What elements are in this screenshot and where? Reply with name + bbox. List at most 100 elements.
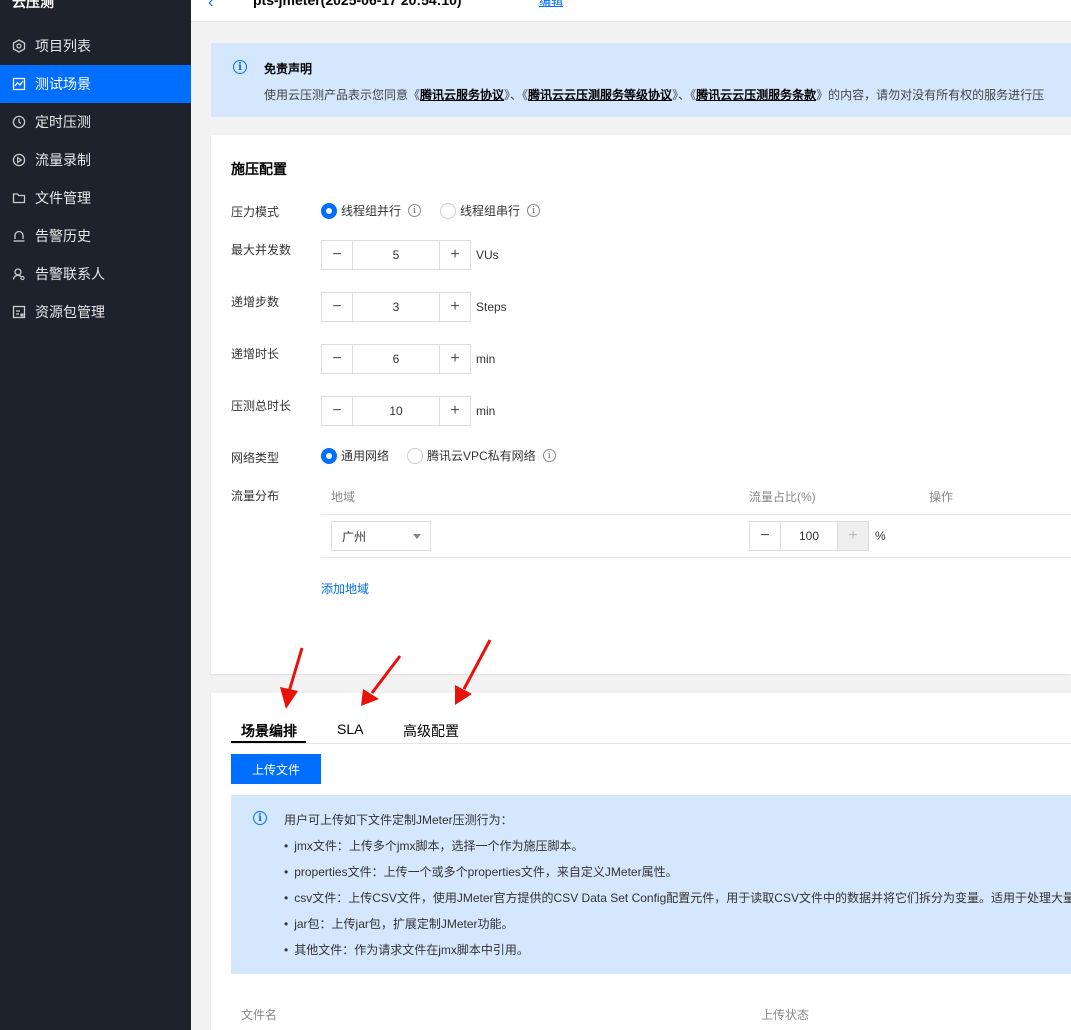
notice-suffix: 》的内容，请勿对没有所有权的服务进行压 <box>816 88 1045 102</box>
clock-icon <box>12 115 26 129</box>
sidebar-item-label: 项目列表 <box>35 38 91 54</box>
notice-separator: 》、《 <box>504 88 529 102</box>
chart-icon <box>12 77 26 91</box>
ramp-duration-label: 递增时长 <box>231 347 280 361</box>
unit-label: VUs <box>476 248 499 262</box>
sidebar-item-label: 定时压测 <box>35 114 91 130</box>
traffic-distribution-label: 流量分布 <box>231 489 280 503</box>
increment-button[interactable]: + <box>440 397 470 425</box>
max-concurrency-stepper[interactable]: − 5 + <box>321 240 471 270</box>
region-select-value: 广州 <box>342 529 367 544</box>
package-icon <box>12 305 26 319</box>
sidebar-item-label: 告警联系人 <box>35 266 105 282</box>
sla-agreement-link[interactable]: 腾讯云云压测服务等级协议 <box>528 88 672 102</box>
pressure-mode-label: 压力模式 <box>231 205 280 219</box>
notice-title: 免责声明 <box>264 62 313 76</box>
column-header-action: 操作 <box>929 490 954 504</box>
sidebar-item-scenarios[interactable]: 测试场景 <box>0 65 191 103</box>
info-icon[interactable]: i <box>542 449 556 462</box>
info-icon[interactable]: i <box>408 204 422 217</box>
radio-parallel[interactable]: 线程组并行 i <box>321 202 422 219</box>
info-icon[interactable]: i <box>527 204 541 217</box>
sidebar-nav: 项目列表 测试场景 定时压测 流量录制 文件管理 告警历史 告警联系人 资源包管… <box>0 27 191 331</box>
upload-file-button[interactable]: 上传文件 <box>231 754 321 784</box>
ramp-duration-stepper[interactable]: − 6 + <box>321 344 471 374</box>
unit-label: % <box>875 529 886 543</box>
sidebar-item-scheduled[interactable]: 定时压测 <box>0 103 191 141</box>
folder-icon <box>12 191 26 205</box>
radio-general-network[interactable]: 通用网络 <box>321 447 389 464</box>
hexagon-icon <box>12 39 26 53</box>
caret-down-icon <box>413 534 421 539</box>
sidebar-item-label: 资源包管理 <box>35 304 105 320</box>
tab-advanced-config[interactable]: 高级配置 <box>403 721 459 741</box>
decrement-button[interactable]: − <box>322 293 352 321</box>
increment-button[interactable]: + <box>440 345 470 373</box>
sidebar-item-label: 文件管理 <box>35 190 91 206</box>
sidebar: 云压测 项目列表 测试场景 定时压测 流量录制 文件管理 告警历史 告警联系人 <box>0 0 191 1030</box>
tab-sla[interactable]: SLA <box>337 721 363 737</box>
unit-label: Steps <box>476 300 507 314</box>
decrement-button[interactable]: − <box>322 345 352 373</box>
upload-info-box: i 用户可上传如下文件定制JMeter压测行为： jmx文件：上传多个jmx脚本… <box>231 795 1071 974</box>
ramp-steps-stepper[interactable]: − 3 + <box>321 292 471 322</box>
contact-icon <box>12 267 26 281</box>
radio-unchecked <box>440 202 456 219</box>
info-heading: 用户可上传如下文件定制JMeter压测行为： <box>284 813 513 827</box>
edit-link[interactable]: 编辑 <box>539 0 563 9</box>
traffic-ratio-stepper[interactable]: − 100 + <box>749 521 869 551</box>
active-tab-indicator <box>231 741 306 743</box>
total-duration-stepper[interactable]: − 10 + <box>321 396 471 426</box>
sidebar-item-projects[interactable]: 项目列表 <box>0 27 191 65</box>
service-agreement-link[interactable]: 腾讯云服务协议 <box>420 88 504 102</box>
info-icon: i <box>233 60 247 74</box>
app-brand: 云压测 <box>12 0 54 10</box>
list-item: jmx文件：上传多个jmx脚本，选择一个作为施压脚本。 <box>284 837 583 854</box>
radio-checked <box>321 202 337 219</box>
service-terms-link[interactable]: 腾讯云云压测服务条款 <box>696 88 816 102</box>
radio-checked <box>321 447 337 464</box>
list-item: properties文件：上传一个或多个properties文件，来自定义JMe… <box>284 863 677 880</box>
stepper-value[interactable]: 3 <box>352 293 440 321</box>
stepper-value[interactable]: 100 <box>780 522 838 550</box>
info-icon: i <box>253 811 267 825</box>
increment-button[interactable]: + <box>440 293 470 321</box>
radio-vpc-network[interactable]: 腾讯云VPC私有网络 i <box>407 447 556 464</box>
disclaimer-notice: i 免责声明 使用云压测产品表示您同意《腾讯云服务协议》、《腾讯云云压测服务等级… <box>211 43 1071 117</box>
sidebar-item-alarm-history[interactable]: 告警历史 <box>0 217 191 255</box>
increment-button[interactable]: + <box>838 522 868 550</box>
ramp-steps-label: 递增步数 <box>231 295 280 309</box>
notice-separator: 》、《 <box>672 88 697 102</box>
radio-serial[interactable]: 线程组串行 i <box>440 202 541 219</box>
column-header-filename: 文件名 <box>241 1008 278 1022</box>
stepper-value[interactable]: 5 <box>352 241 440 269</box>
section-title: 施压配置 <box>231 161 287 177</box>
radio-label: 线程组并行 <box>341 204 402 218</box>
network-type-label: 网络类型 <box>231 451 280 465</box>
back-arrow-icon[interactable]: ‹ <box>208 0 213 12</box>
decrement-button[interactable]: − <box>322 397 352 425</box>
decrement-button[interactable]: − <box>322 241 352 269</box>
stepper-value[interactable]: 6 <box>352 345 440 373</box>
annotation-arrow-icon <box>280 647 304 709</box>
stepper-value[interactable]: 10 <box>352 397 440 425</box>
annotation-arrow-icon <box>455 639 492 705</box>
notice-text: 使用云压测产品表示您同意《腾讯云服务协议》、《腾讯云云压测服务等级协议》、《腾讯… <box>264 86 1044 103</box>
add-region-link[interactable]: 添加地域 <box>321 580 369 597</box>
sidebar-item-label: 测试场景 <box>35 76 91 92</box>
sidebar-item-files[interactable]: 文件管理 <box>0 179 191 217</box>
notice-prefix: 使用云压测产品表示您同意《 <box>264 88 421 102</box>
sidebar-item-packages[interactable]: 资源包管理 <box>0 293 191 331</box>
unit-label: min <box>476 404 496 418</box>
scenario-card: 场景编排 SLA 高级配置 上传文件 i 用户可上传如下文件定制JMeter压测… <box>211 693 1071 1030</box>
decrement-button[interactable]: − <box>750 522 780 550</box>
sidebar-item-alarm-contacts[interactable]: 告警联系人 <box>0 255 191 293</box>
sidebar-item-recording[interactable]: 流量录制 <box>0 141 191 179</box>
list-item: jar包：上传jar包，扩展定制JMeter功能。 <box>284 915 513 932</box>
column-header-region: 地域 <box>331 490 356 504</box>
load-config-card: 施压配置 压力模式 线程组并行 i 线程组串行 i 最大并发数 − 5 + VU… <box>211 135 1071 674</box>
tab-bar: 场景编排 SLA 高级配置 <box>231 717 1071 744</box>
increment-button[interactable]: + <box>440 241 470 269</box>
tab-scenario-orchestration[interactable]: 场景编排 <box>241 721 297 741</box>
region-select[interactable]: 广州 <box>331 521 431 551</box>
